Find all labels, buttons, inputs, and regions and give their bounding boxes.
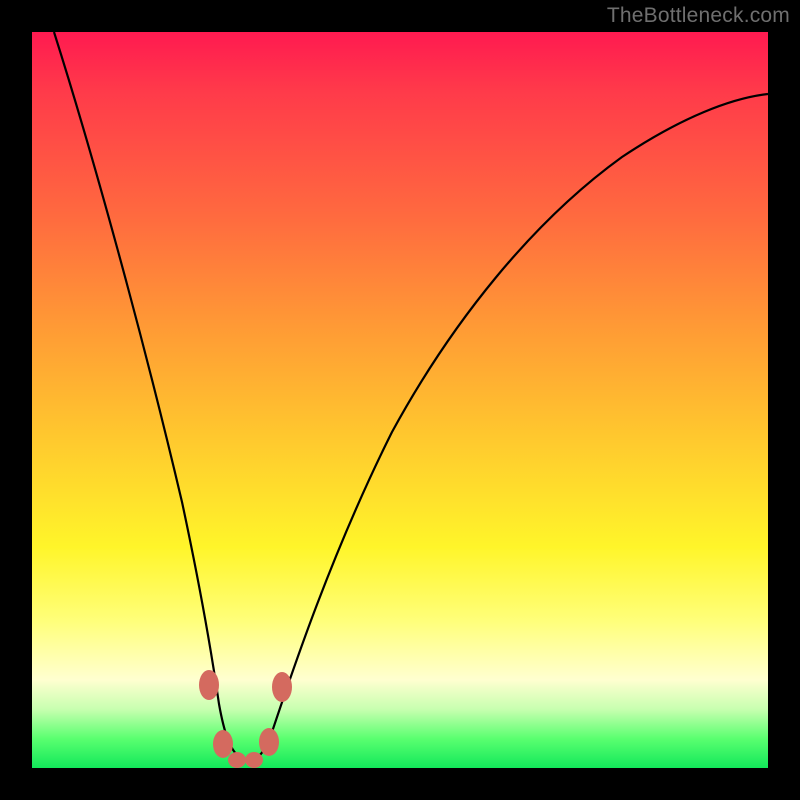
chart-svg <box>32 32 768 768</box>
outer-frame: TheBottleneck.com <box>0 0 800 800</box>
curve-markers <box>199 670 292 768</box>
watermark-text: TheBottleneck.com <box>607 4 790 28</box>
marker-right-lower <box>259 728 279 756</box>
marker-right-upper <box>272 672 292 702</box>
plot-area <box>32 32 768 768</box>
marker-left-lower <box>213 730 233 758</box>
marker-bottom-1 <box>228 752 246 768</box>
bottleneck-curve <box>54 32 768 761</box>
marker-left-upper <box>199 670 219 700</box>
marker-bottom-2 <box>245 752 263 768</box>
